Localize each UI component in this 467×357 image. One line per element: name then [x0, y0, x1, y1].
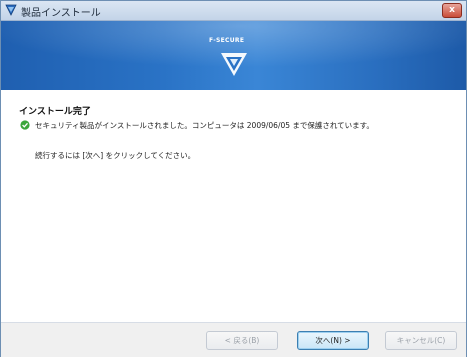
title-bar[interactable]: 製品インストール x	[1, 1, 466, 21]
window-title: 製品インストール	[21, 8, 101, 19]
header-banner: F-SECURE	[1, 21, 466, 90]
brand-text: F-SECURE	[209, 37, 245, 44]
close-button[interactable]: x	[442, 3, 462, 18]
button-bar: < 戻る(B) 次へ(N) > キャンセル(C)	[1, 322, 466, 357]
next-button[interactable]: 次へ(N) >	[297, 331, 369, 350]
installer-window: 製品インストール x F-SECURE インストール完了 セキュリティ製品がイン…	[0, 0, 467, 357]
instruction-text: 続行するには [次へ] をクリックしてください。	[35, 151, 196, 160]
back-button[interactable]: < 戻る(B)	[206, 331, 278, 350]
cancel-button[interactable]: キャンセル(C)	[385, 331, 457, 350]
status-message: セキュリティ製品がインストールされました。コンピュータは 2009/06/05 …	[35, 121, 374, 130]
fsecure-logo-icon	[221, 53, 247, 76]
content-area: インストール完了 セキュリティ製品がインストールされました。コンピュータは 20…	[1, 90, 466, 322]
shield-icon	[5, 4, 17, 16]
check-icon	[20, 120, 30, 130]
page-title: インストール完了	[19, 107, 91, 117]
